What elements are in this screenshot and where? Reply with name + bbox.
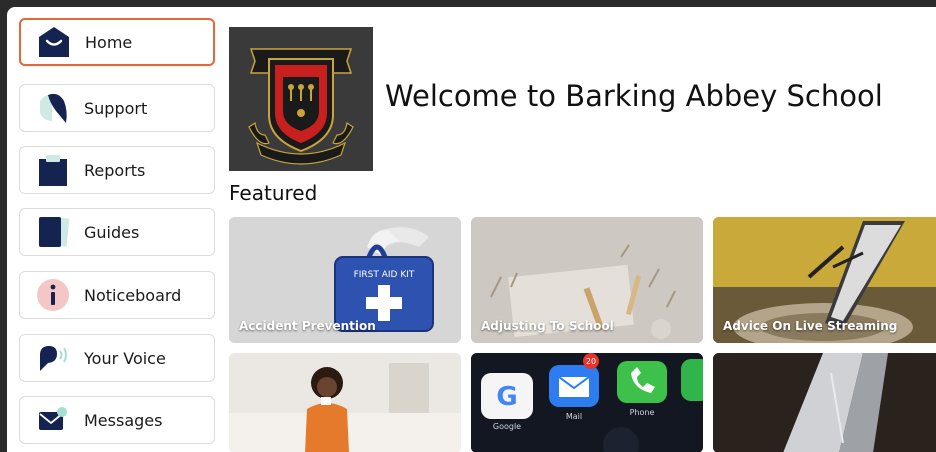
nav-item-home[interactable]: Home xyxy=(19,18,215,66)
school-logo xyxy=(229,27,373,171)
app-label-phone: Phone xyxy=(630,408,655,417)
card-label: Accident Prevention xyxy=(239,319,376,333)
nav-item-support[interactable]: Support xyxy=(19,84,215,132)
card-featured-4[interactable] xyxy=(229,353,461,452)
nav-label: Your Voice xyxy=(84,348,166,368)
nav-label: Home xyxy=(85,32,133,52)
app-label-mail: Mail xyxy=(566,412,582,421)
person-sofa-image xyxy=(229,353,461,452)
nav-item-noticeboard[interactable]: Noticeboard xyxy=(19,271,215,319)
nav-label: Reports xyxy=(84,160,146,180)
voice-icon xyxy=(35,340,71,376)
support-icon xyxy=(35,90,71,126)
nav-item-messages[interactable]: Messages xyxy=(19,396,215,444)
app-window: Home Support Reports Guides Noticeboard … xyxy=(7,7,936,452)
card-advice-live-streaming[interactable]: Advice On Live Streaming xyxy=(713,217,936,343)
nav-item-reports[interactable]: Reports xyxy=(19,146,215,194)
card-featured-5[interactable]: G Google 20 Mail Phone xyxy=(471,353,703,452)
page-title: Welcome to Barking Abbey School xyxy=(385,79,883,113)
home-icon xyxy=(36,24,72,60)
card-label: Adjusting To School xyxy=(481,319,614,333)
fabric-image xyxy=(713,353,936,452)
card-label: Advice On Live Streaming xyxy=(723,319,898,333)
nav-label: Messages xyxy=(84,410,163,430)
info-icon xyxy=(35,277,71,313)
app-label-google: Google xyxy=(493,422,521,431)
nav-item-guides[interactable]: Guides xyxy=(19,208,215,256)
clipboard-icon xyxy=(35,152,71,188)
nav-item-your-voice[interactable]: Your Voice xyxy=(19,334,215,382)
featured-heading: Featured xyxy=(229,181,318,205)
card-featured-6[interactable] xyxy=(713,353,936,452)
mail-badge: 20 xyxy=(586,357,596,366)
kit-text: FIRST AID KIT xyxy=(354,270,415,280)
card-accident-prevention[interactable]: FIRST AID KIT Accident Prevention xyxy=(229,217,461,343)
svg-text:G: G xyxy=(496,382,517,412)
nav-label: Noticeboard xyxy=(84,285,182,305)
phone-apps-image: G Google 20 Mail Phone xyxy=(471,353,703,452)
nav-label: Support xyxy=(84,98,148,118)
nav-label: Guides xyxy=(84,222,140,242)
card-adjusting-to-school[interactable]: Adjusting To School xyxy=(471,217,703,343)
book-icon xyxy=(35,214,71,250)
envelope-icon xyxy=(35,402,71,438)
